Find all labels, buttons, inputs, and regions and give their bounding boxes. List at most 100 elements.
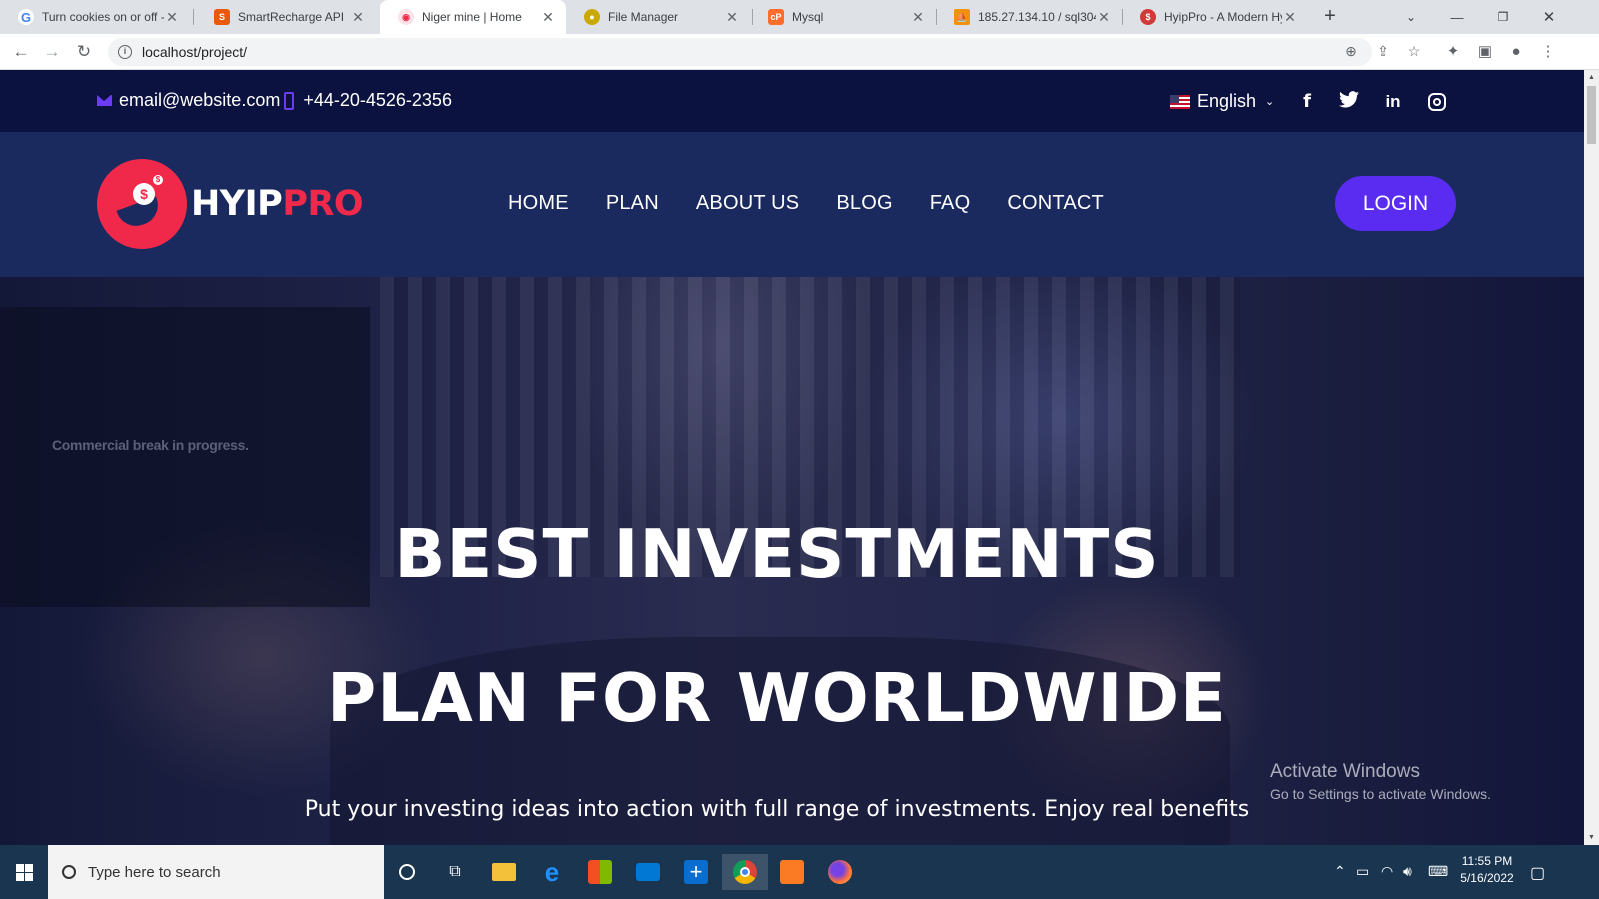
- logo-text: HYIP: [191, 184, 283, 224]
- login-button[interactable]: LOGIN: [1335, 176, 1456, 231]
- firefox-icon[interactable]: [822, 854, 858, 890]
- chevron-up-icon[interactable]: ⌃: [1334, 863, 1346, 880]
- close-icon[interactable]: ✕: [1282, 9, 1298, 26]
- close-icon[interactable]: ✕: [724, 9, 740, 26]
- phone-icon: [284, 91, 295, 110]
- email-link[interactable]: email@website.com: [119, 90, 280, 111]
- start-button[interactable]: [0, 845, 48, 899]
- logo-mark-icon: $ $: [97, 159, 187, 249]
- hero-title-line2: PLAN FOR WORLDWIDE: [327, 659, 1227, 737]
- edge-icon[interactable]: e: [534, 854, 570, 890]
- browser-tab-active[interactable]: ◉ Niger mine | Home ✕: [380, 0, 566, 34]
- system-clock[interactable]: 11:55 PM 5/16/2022: [1458, 853, 1516, 887]
- address-bar-row: ← → ↻ i localhost/project/ ⊕ ⇪ ☆ ✦ ▣ ● ⋮: [0, 34, 1599, 70]
- instagram-icon[interactable]: [1428, 93, 1446, 111]
- close-window-icon[interactable]: ✕: [1526, 0, 1572, 34]
- tab-search-icon[interactable]: ⌄: [1388, 0, 1434, 34]
- google-icon: G: [18, 9, 34, 25]
- file-manager-icon: ●: [584, 9, 600, 25]
- nav-contact[interactable]: CONTACT: [1007, 192, 1104, 215]
- browser-tab[interactable]: G Turn cookies on or off - ✕: [0, 0, 190, 34]
- phpmyadmin-icon: ⛵: [954, 9, 970, 25]
- main-menu: HOME PLAN ABOUT US BLOG FAQ CONTACT: [508, 192, 1141, 215]
- hyippro-icon: $: [1140, 9, 1156, 25]
- page-scrollbar[interactable]: ▲ ▼: [1584, 70, 1599, 845]
- activate-windows-title: Activate Windows: [1270, 761, 1420, 782]
- close-icon[interactable]: ✕: [164, 9, 180, 26]
- share-icon[interactable]: ⇪: [1373, 41, 1393, 61]
- us-flag-icon: [1170, 94, 1190, 109]
- url-field[interactable]: i localhost/project/: [108, 38, 1372, 66]
- nav-plan[interactable]: PLAN: [606, 192, 659, 215]
- close-icon[interactable]: ✕: [350, 9, 366, 26]
- volume-icon[interactable]: 🔊︎: [1403, 863, 1412, 880]
- nav-blog[interactable]: BLOG: [836, 192, 892, 215]
- twitter-icon[interactable]: [1337, 90, 1361, 114]
- taskbar-search[interactable]: Type here to search: [48, 845, 384, 899]
- info-icon[interactable]: i: [118, 45, 132, 59]
- browser-tab[interactable]: $ HyipPro - A Modern Hy ✕: [1122, 0, 1308, 34]
- new-tab-button[interactable]: +: [1318, 5, 1342, 29]
- keyboard-icon[interactable]: ⌨: [1428, 863, 1448, 880]
- scroll-down-icon[interactable]: ▼: [1584, 830, 1599, 845]
- nav-faq[interactable]: FAQ: [930, 192, 971, 215]
- tab-title: 185.27.134.10 / sql304.: [978, 10, 1096, 24]
- logo-text-accent: PRO: [282, 184, 364, 224]
- task-view-icon[interactable]: ⧉: [437, 854, 473, 890]
- hero-title-line1: BEST INVESTMENTS: [394, 515, 1160, 593]
- close-icon[interactable]: ✕: [1096, 9, 1112, 26]
- close-icon[interactable]: ✕: [540, 9, 556, 26]
- battery-icon[interactable]: ▭: [1356, 863, 1369, 880]
- side-panel-icon[interactable]: ▣: [1474, 41, 1496, 63]
- tab-title: HyipPro - A Modern Hy: [1164, 10, 1282, 24]
- activate-windows-subtitle: Go to Settings to activate Windows.: [1270, 786, 1491, 802]
- reload-icon[interactable]: ↻: [72, 40, 96, 64]
- chevron-down-icon: ⌄: [1265, 96, 1275, 108]
- linkedin-icon[interactable]: in: [1381, 90, 1405, 114]
- menu-kebab-icon[interactable]: ⋮: [1537, 41, 1559, 63]
- site-logo[interactable]: $ $ HYIPPRO: [97, 159, 364, 249]
- file-explorer-icon[interactable]: [486, 854, 522, 890]
- facebook-icon[interactable]: f: [1295, 90, 1319, 114]
- email-icon: [97, 95, 112, 106]
- windows-taskbar: Type here to search ⧉ e + ⌃ ▭ ◠ 🔊︎ ⌨ 11:…: [0, 845, 1599, 899]
- tab-title: Niger mine | Home: [422, 10, 522, 24]
- language-label: English: [1197, 91, 1257, 111]
- forward-icon[interactable]: →: [40, 40, 64, 64]
- back-icon[interactable]: ←: [9, 40, 33, 64]
- browser-tab[interactable]: cP Mysql ✕: [750, 0, 936, 34]
- mail-icon[interactable]: [630, 854, 666, 890]
- nav-home[interactable]: HOME: [508, 192, 569, 215]
- chrome-icon[interactable]: [722, 854, 768, 890]
- zoom-icon[interactable]: ⊕: [1341, 41, 1361, 61]
- bookmark-star-icon[interactable]: ☆: [1404, 41, 1424, 61]
- profile-icon[interactable]: ●: [1505, 41, 1527, 63]
- cortana-icon[interactable]: [389, 854, 425, 890]
- site-icon: ◉: [398, 9, 414, 25]
- restore-icon[interactable]: ❐: [1480, 0, 1526, 34]
- scroll-up-icon[interactable]: ▲: [1584, 70, 1599, 85]
- close-icon[interactable]: ✕: [910, 9, 926, 26]
- page-viewport: email@website.com +44-20-4526-2356 Engli…: [0, 70, 1584, 845]
- browser-tab[interactable]: S SmartRecharge API ✕: [196, 0, 376, 34]
- site-navbar: $ $ HYIPPRO HOME PLAN ABOUT US BLOG FAQ …: [0, 132, 1584, 277]
- tab-title: Mysql: [792, 10, 824, 24]
- xampp-icon[interactable]: [774, 854, 810, 890]
- browser-tab[interactable]: ⛵ 185.27.134.10 / sql304. ✕: [936, 0, 1122, 34]
- browser-tab[interactable]: ● File Manager ✕: [566, 0, 750, 34]
- store-icon[interactable]: [582, 854, 618, 890]
- browser-tab-strip: G Turn cookies on or off - ✕ S SmartRech…: [0, 0, 1599, 34]
- hero-banner: Commercial break in progress. BEST INVES…: [0, 277, 1584, 845]
- notifications-icon[interactable]: ▢: [1530, 863, 1545, 883]
- language-selector[interactable]: English ⌄: [1170, 91, 1274, 112]
- nav-about-us[interactable]: ABOUT US: [696, 192, 799, 215]
- extensions-icon[interactable]: ✦: [1442, 41, 1464, 63]
- minimize-icon[interactable]: —: [1434, 0, 1480, 34]
- wifi-icon[interactable]: ◠: [1381, 863, 1393, 880]
- phone-link[interactable]: +44-20-4526-2356: [303, 90, 452, 111]
- scroll-thumb[interactable]: [1587, 86, 1596, 144]
- windows-logo-icon: [15, 863, 33, 881]
- clock-date: 5/16/2022: [1460, 871, 1514, 885]
- site-topbar: email@website.com +44-20-4526-2356 Engli…: [0, 70, 1584, 132]
- app-plus-icon[interactable]: +: [678, 854, 714, 890]
